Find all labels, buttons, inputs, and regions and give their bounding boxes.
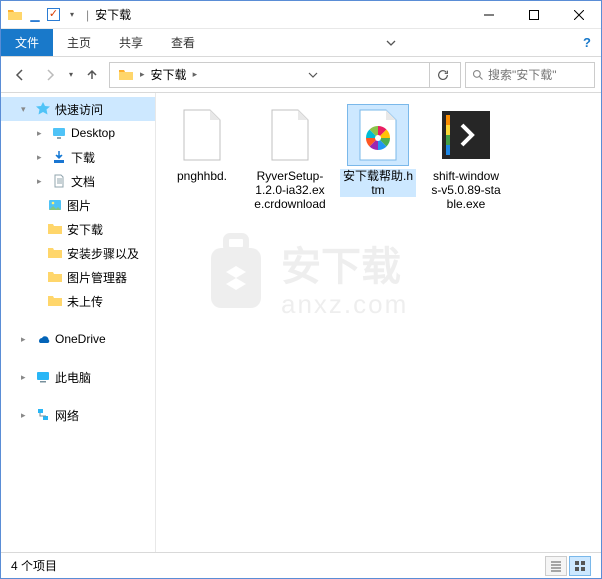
nav-back-button[interactable] — [7, 62, 33, 88]
file-icon — [172, 105, 232, 165]
sidebar-item-label: 快速访问 — [55, 101, 103, 118]
sidebar-item-label: 此电脑 — [55, 369, 91, 386]
sidebar-item-label: 安装步骤以及 — [67, 245, 139, 262]
close-button[interactable] — [556, 1, 601, 29]
folder-icon — [114, 67, 138, 83]
folder-icon — [47, 269, 63, 285]
sidebar-item-label: Desktop — [71, 126, 115, 140]
search-icon — [472, 69, 484, 81]
file-name: RyverSetup-1.2.0-ia32.exe.crdownload — [252, 169, 328, 211]
sidebar-item-folder[interactable]: 安下载 — [1, 217, 155, 241]
chevron-right-icon[interactable]: ▸ — [37, 176, 47, 187]
chevron-right-icon[interactable]: ▸ — [21, 334, 31, 345]
sidebar-item-label: OneDrive — [55, 332, 106, 346]
quick-access-toolbar: ▁ ✓ ▾ — [1, 7, 80, 23]
desktop-icon — [51, 125, 67, 141]
nav-up-button[interactable] — [79, 62, 105, 88]
nav-forward-button[interactable] — [37, 62, 63, 88]
watermark-text2: anxz.com — [281, 289, 408, 319]
search-box[interactable] — [465, 62, 595, 88]
window-title: 安下载 — [95, 6, 131, 23]
breadcrumb[interactable]: ▸ 安下载 ▸ — [109, 62, 461, 88]
sidebar-item-pictures[interactable]: 图片 — [1, 193, 155, 217]
watermark: 安下载 anxz.com — [191, 218, 451, 328]
chevron-right-icon[interactable]: ▸ — [140, 69, 145, 80]
sidebar-this-pc[interactable]: ▸ 此电脑 — [1, 365, 155, 389]
properties-icon[interactable]: ▁ — [27, 7, 43, 23]
chevron-right-icon[interactable]: ▸ — [37, 152, 47, 163]
folder-icon — [7, 7, 23, 23]
sidebar-item-label: 图片管理器 — [67, 269, 127, 286]
file-name: 安下载帮助.htm — [340, 169, 416, 197]
sidebar-onedrive[interactable]: ▸ OneDrive — [1, 327, 155, 351]
checkbox-icon[interactable]: ✓ — [47, 8, 60, 21]
tab-share[interactable]: 共享 — [105, 29, 157, 56]
title-separator: | — [86, 8, 89, 22]
minimize-button[interactable] — [466, 1, 511, 29]
file-name: shift-windows-v5.0.89-stable.exe — [428, 169, 504, 211]
chevron-right-icon[interactable]: ▸ — [37, 128, 47, 139]
sidebar-item-desktop[interactable]: ▸ Desktop — [1, 121, 155, 145]
file-name: pnghhbd. — [175, 169, 229, 183]
htm-file-icon — [348, 105, 408, 165]
title-bar: ▁ ✓ ▾ | 安下载 — [1, 1, 601, 29]
watermark-text1: 安下载 — [281, 245, 401, 289]
pictures-icon — [47, 197, 63, 213]
sidebar-item-label: 下载 — [71, 149, 95, 166]
sidebar-item-folder[interactable]: 安装步骤以及 — [1, 241, 155, 265]
folder-icon — [47, 221, 63, 237]
sidebar-quick-access[interactable]: ▾ 快速访问 — [1, 97, 155, 121]
sidebar-network[interactable]: ▸ 网络 — [1, 403, 155, 427]
main-area: ▾ 快速访问 ▸ Desktop ▸ 下载 ▸ 文档 图片 安下载 — [1, 93, 601, 552]
sidebar-item-folder[interactable]: 图片管理器 — [1, 265, 155, 289]
navigation-bar: ▾ ▸ 安下载 ▸ — [1, 57, 601, 93]
nav-history-dropdown-icon[interactable]: ▾ — [67, 70, 75, 79]
status-bar: 4 个项目 — [1, 552, 601, 578]
navigation-pane: ▾ 快速访问 ▸ Desktop ▸ 下载 ▸ 文档 图片 安下载 — [1, 93, 156, 552]
sidebar-item-documents[interactable]: ▸ 文档 — [1, 169, 155, 193]
file-item[interactable]: 安下载帮助.htm — [340, 105, 416, 197]
qat-dropdown-icon[interactable]: ▾ — [64, 7, 80, 23]
file-item[interactable]: RyverSetup-1.2.0-ia32.exe.crdownload — [252, 105, 328, 211]
chevron-right-icon[interactable]: ▸ — [21, 410, 31, 421]
downloads-icon — [51, 149, 67, 165]
breadcrumb-segment[interactable]: 安下载 — [147, 66, 191, 83]
tab-file[interactable]: 文件 — [1, 29, 53, 56]
maximize-button[interactable] — [511, 1, 556, 29]
file-item[interactable]: shift-windows-v5.0.89-stable.exe — [428, 105, 504, 211]
sidebar-item-label: 安下载 — [67, 221, 103, 238]
exe-file-icon — [436, 105, 496, 165]
refresh-button[interactable] — [429, 63, 456, 87]
folder-icon — [47, 245, 63, 261]
chevron-right-icon[interactable]: ▸ — [21, 372, 31, 383]
ribbon-expand-icon[interactable] — [376, 29, 406, 56]
tab-view[interactable]: 查看 — [157, 29, 209, 56]
file-item[interactable]: pnghhbd. — [164, 105, 240, 183]
pc-icon — [35, 369, 51, 385]
view-details-button[interactable] — [545, 556, 567, 576]
search-input[interactable] — [488, 68, 588, 82]
documents-icon — [51, 173, 67, 189]
sidebar-item-folder[interactable]: 未上传 — [1, 289, 155, 313]
ribbon-help-icon[interactable]: ? — [573, 29, 601, 56]
sidebar-item-downloads[interactable]: ▸ 下载 — [1, 145, 155, 169]
sidebar-item-label: 网络 — [55, 407, 79, 424]
folder-icon — [47, 293, 63, 309]
chevron-right-icon[interactable]: ▸ — [193, 69, 198, 80]
onedrive-icon — [35, 331, 51, 347]
chevron-down-icon[interactable]: ▾ — [21, 104, 31, 115]
tab-home[interactable]: 主页 — [53, 29, 105, 56]
star-icon — [35, 101, 51, 117]
file-list-area[interactable]: pnghhbd. RyverSetup-1.2.0-ia32.exe.crdow… — [156, 93, 601, 552]
sidebar-item-label: 文档 — [71, 173, 95, 190]
ribbon-tabs: 文件 主页 共享 查看 ? — [1, 29, 601, 57]
file-icon — [260, 105, 320, 165]
network-icon — [35, 407, 51, 423]
view-icons-button[interactable] — [569, 556, 591, 576]
status-item-count: 4 个项目 — [11, 557, 57, 574]
nav-dropdown-icon[interactable] — [302, 63, 324, 87]
sidebar-item-label: 图片 — [67, 197, 91, 214]
sidebar-item-label: 未上传 — [67, 293, 103, 310]
